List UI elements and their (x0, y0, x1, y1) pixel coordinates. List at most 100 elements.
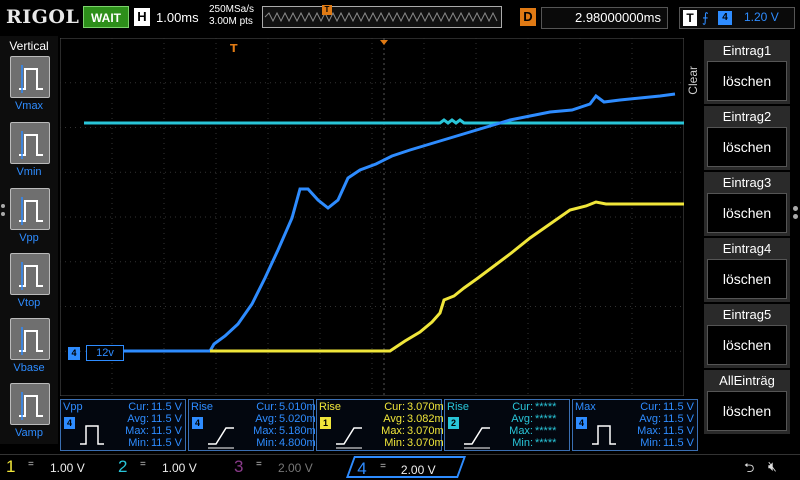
measurement-channel-badge: 4 (576, 417, 587, 429)
vamp-icon (19, 392, 43, 420)
channel-number: 1 (6, 457, 16, 476)
stat-key: Max: (125, 425, 149, 437)
menu-item-3[interactable]: Eintrag3 löschen (704, 172, 790, 236)
stat-value: 3.070ms (407, 401, 450, 413)
menu-item-5[interactable]: Eintrag5 löschen (704, 304, 790, 368)
waveform-display[interactable]: T (60, 38, 684, 396)
measure-vbase-button[interactable] (10, 318, 50, 360)
measure-vmin-button[interactable] (10, 122, 50, 164)
stat-value: 4.800ms (279, 437, 322, 449)
channel-number: 3 (234, 457, 244, 476)
stat-key: Min: (512, 437, 533, 449)
measure-vbase-label: Vbase (13, 362, 45, 374)
vmax-icon (19, 65, 43, 93)
channel-2-button[interactable]: 2 = 1.00 V (112, 456, 220, 478)
stat-key: Avg: (639, 413, 661, 425)
measurement-name: Vpp (63, 401, 83, 413)
speaker-muted-icon[interactable]: 🔇︎ (768, 458, 777, 475)
delay-badge: D (520, 8, 536, 26)
menu-item-title: Eintrag1 (722, 43, 772, 58)
rise-time-icon (464, 427, 490, 449)
stat-value: 3.070ms (407, 437, 450, 449)
ch4-label-tag: 12v (86, 345, 124, 361)
stat-key: Min: (640, 437, 661, 449)
measurement-rise-ch1[interactable]: Rise 1 Cur: 3.070ms Avg: 3.082ms Max: 3.070ms Mi… (316, 399, 449, 451)
stat-key: Min: (384, 437, 405, 449)
menu-item-title: Eintrag5 (722, 307, 772, 322)
clear-entry-button[interactable]: löschen (707, 391, 787, 431)
menu-item-4[interactable]: Eintrag4 löschen (704, 238, 790, 302)
measure-sidebar: Vertical Vmax Vmin Vpp Vtop Vbase Vamp (0, 36, 58, 444)
delay-value[interactable]: 2.98000000ms (541, 7, 668, 29)
vbase-icon (19, 327, 43, 355)
vtop-icon (19, 262, 43, 290)
trigger-badge: T (683, 10, 697, 26)
measurement-channel-badge: 2 (448, 417, 459, 429)
measurement-row: Max: 11.5 V (111, 425, 182, 437)
stat-key: Avg: (127, 413, 149, 425)
rise-time-icon (336, 427, 362, 449)
channel-number: 2 (118, 457, 128, 476)
measurement-name: Rise (447, 401, 470, 413)
measurement-channel-badge: 4 (192, 417, 203, 429)
stat-value: 5.020ms (279, 413, 322, 425)
measure-vamp-button[interactable] (10, 383, 50, 425)
measure-vtop-button[interactable] (10, 253, 50, 295)
stat-key: Min: (256, 437, 277, 449)
measure-vmax-button[interactable] (10, 56, 50, 98)
stat-value: 11.5 V (151, 425, 182, 437)
clear-entry-button[interactable]: löschen (707, 325, 787, 365)
ch4-ground-marker[interactable]: 4 (68, 347, 80, 360)
measurement-row: Max: 11.5 V (623, 425, 694, 437)
stat-key: Cur: (128, 401, 149, 413)
clear-entry-button[interactable]: löschen (707, 259, 787, 299)
stat-value: ***** (535, 401, 557, 413)
clear-entry-button[interactable]: löschen (707, 61, 787, 101)
measurement-row: Avg: 5.020ms (239, 413, 321, 425)
stat-value: 11.5 V (151, 413, 182, 425)
measurement-row: Cur: 11.5 V (623, 401, 694, 413)
channel-1-button[interactable]: 1 = 1.00 V (0, 456, 108, 478)
timebase-value[interactable]: 1.00ms (156, 10, 199, 25)
stat-key: Max: (381, 425, 405, 437)
measurement-row: Avg: 11.5 V (623, 413, 694, 425)
measurement-stats: Cur: 3.070ms Avg: 3.082ms Max: 3.070ms Min: 3.0… (367, 401, 449, 449)
measurement-rise-ch2[interactable]: Rise 2 Cur: ***** Avg: ***** Max: ***** Min: ****… (444, 399, 570, 451)
measurement-row: Cur: ***** (495, 401, 556, 413)
measure-vmin-label: Vmin (16, 166, 42, 178)
measure-vamp-label: Vamp (15, 427, 43, 439)
channel-scale: 1.00 V (50, 461, 85, 475)
measurement-max-ch4[interactable]: Max 4 Cur: 11.5 V Avg: 11.5 V Max: 11.5 V Min: 11… (572, 399, 698, 451)
measurement-vpp-ch4[interactable]: Vpp 4 Cur: 11.5 V Avg: 11.5 V Max: 11.5 V Min: 11… (60, 399, 186, 451)
memory-overview-strip[interactable] (262, 6, 502, 28)
pulse-icon (80, 425, 104, 445)
measurement-row: Avg: 11.5 V (111, 413, 182, 425)
clear-entry-button[interactable]: löschen (707, 127, 787, 167)
channel-3-button[interactable]: 3 = 2.00 V (228, 456, 336, 478)
dc-coupling-icon: = (380, 461, 387, 472)
stat-value: 11.5 V (663, 401, 694, 413)
stat-value: ***** (535, 413, 557, 425)
stat-value: 3.070ms (407, 425, 450, 437)
trigger-level: 1.20 V (744, 10, 779, 24)
run-status-badge[interactable]: WAIT (83, 6, 129, 28)
top-status-bar: RIGOL WAIT H 1.00ms 250MSa/s 3.00M pts T… (0, 0, 800, 36)
measurement-channel-badge: 4 (64, 417, 75, 429)
measurement-row: Avg: ***** (495, 413, 556, 425)
trigger-status[interactable]: T ⨍ 4 1.20 V (679, 7, 795, 29)
stat-key: Avg: (383, 413, 405, 425)
stat-value: 5.180ms (279, 425, 322, 437)
measure-vpp-button[interactable] (10, 188, 50, 230)
memory-depth: 3.00M pts (209, 16, 253, 27)
stat-value: 11.5 V (663, 437, 694, 449)
stat-key: Max: (253, 425, 277, 437)
clear-entry-button[interactable]: löschen (707, 193, 787, 233)
menu-item-1[interactable]: Eintrag1 löschen (704, 40, 790, 104)
scroll-dot (1, 204, 5, 208)
channel-4-button[interactable]: 4 = 2.00 V (345, 456, 467, 478)
measurement-rise-ch4[interactable]: Rise 4 Cur: 5.010ms Avg: 5.020ms Max: 5.180ms Mi… (188, 399, 321, 451)
acquisition-info: 250MSa/s 3.00M pts (209, 4, 254, 28)
menu-item-2[interactable]: Eintrag2 löschen (704, 106, 790, 170)
menu-item-6[interactable]: AllEinträg löschen (704, 370, 790, 434)
measurement-name: Max (575, 401, 596, 413)
